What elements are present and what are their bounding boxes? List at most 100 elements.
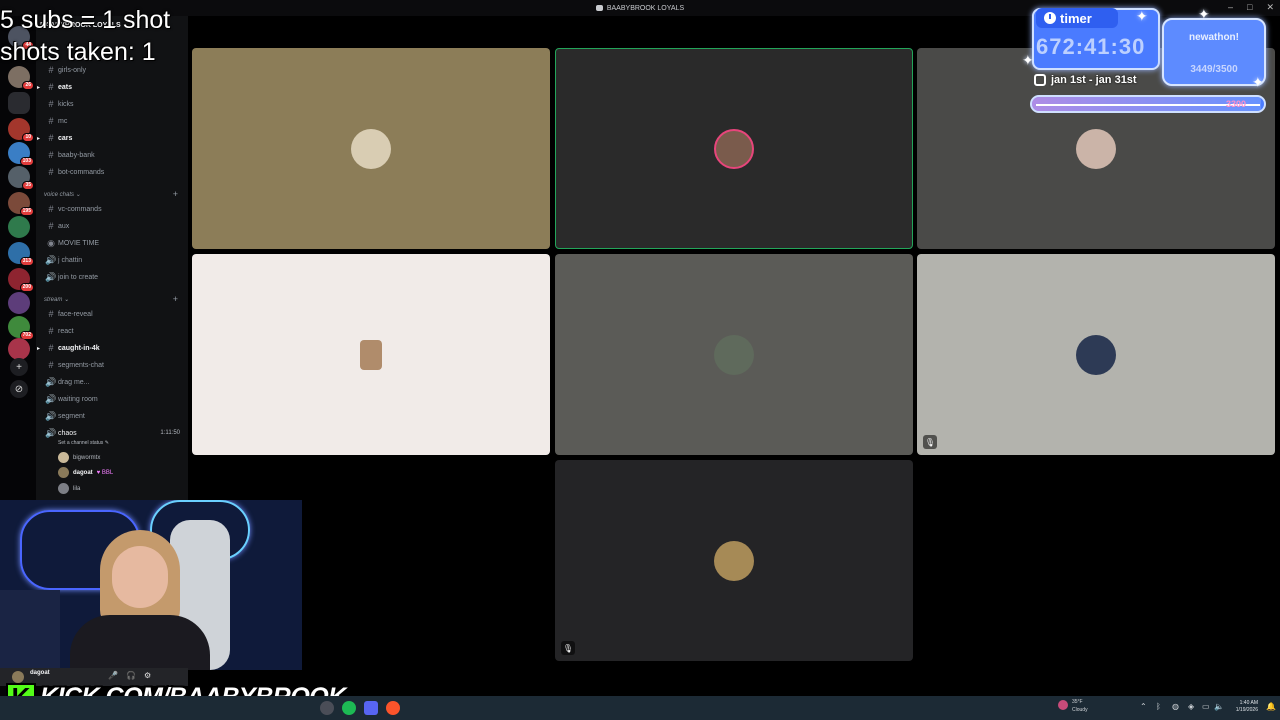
volume-icon[interactable]: 🔈 (1214, 702, 1224, 711)
subs-rule-overlay: 5 subs = 1 shot (0, 6, 171, 34)
video-tile[interactable] (192, 254, 550, 455)
bluetooth-icon[interactable]: ᛒ (1156, 702, 1161, 711)
headphones-icon[interactable]: 🎧 (126, 671, 136, 680)
window-controls: – □ ✕ (1228, 2, 1274, 13)
channel-baaby-bank[interactable]: # baaby-bank (44, 147, 184, 163)
system-clock[interactable]: 1:40 AM 1/19/2026 (1236, 700, 1258, 714)
server-icon[interactable] (8, 216, 30, 238)
channel-caught-in-4k[interactable]: ▸ # caught-in-4k (37, 340, 184, 356)
server-icon[interactable]: 702 (8, 316, 34, 340)
brave-browser-icon[interactable] (386, 701, 400, 715)
channel-label: eats (58, 83, 73, 91)
server-icon-active[interactable] (8, 92, 30, 114)
close-button[interactable]: ✕ (1266, 2, 1274, 13)
channel-vc-commands[interactable]: # vc-commands (44, 201, 184, 217)
voice-elapsed-time: 1:11:50 (160, 430, 180, 436)
explore-servers-button[interactable]: ⊘ (10, 380, 28, 398)
channel-join-to-create[interactable]: 🔊 join to create (44, 269, 184, 285)
server-icon[interactable] (8, 292, 30, 314)
channel-segment[interactable]: 🔊 segment (44, 408, 184, 424)
server-icon[interactable]: 26 (8, 66, 34, 90)
unread-badge: 313 (19, 257, 34, 266)
minimize-button[interactable]: – (1228, 2, 1233, 13)
streamer-webcam (0, 500, 302, 670)
sparkle-icon: ✦ (1136, 8, 1148, 24)
timer-label: timer (1060, 10, 1092, 26)
clock-icon (1044, 12, 1056, 24)
channel-drag-me[interactable]: 🔊 drag me... (44, 374, 184, 390)
display-icon[interactable]: ▭ (1202, 702, 1210, 711)
room-shadow (0, 590, 60, 670)
category-stream[interactable]: stream ⌄ + (44, 294, 184, 304)
video-tile[interactable]: 🎙 (917, 254, 1275, 455)
channel-react[interactable]: # react (44, 323, 184, 339)
video-tile[interactable]: 🎙 (555, 460, 913, 661)
voice-member[interactable]: bigwormtx (58, 452, 100, 463)
progress-goal: 3300 (1225, 99, 1246, 109)
add-channel-button[interactable]: + (173, 189, 178, 199)
tray-chevron-icon[interactable]: ⌃ (1140, 702, 1147, 711)
server-icon[interactable]: 313 (8, 242, 34, 266)
app-icon[interactable] (320, 701, 334, 715)
spotify-icon[interactable] (342, 701, 356, 715)
channel-movie-time[interactable]: ◉ MOVIE TIME (44, 235, 184, 251)
channel-sidebar: BAABYBROOK LOYALS # girls-only ▸ # eats # ki… (36, 16, 188, 500)
channel-status-prompt[interactable]: Set a channel status ✎ (58, 440, 109, 446)
server-icon[interactable]: 195 (8, 192, 34, 216)
discord-icon (595, 5, 603, 11)
streamer-shirt (70, 615, 210, 670)
discord-taskbar-icon[interactable] (364, 701, 378, 715)
participant-avatar (714, 128, 754, 169)
channel-chaos-active[interactable]: 🔊 chaos 1:11:50 (44, 425, 184, 441)
voice-member[interactable]: lila (58, 483, 80, 494)
server-icon[interactable]: 200 (8, 268, 34, 292)
video-tile-speaking[interactable] (555, 48, 913, 249)
sparkle-icon: ✦ (1252, 74, 1264, 90)
channel-cars[interactable]: ▸ # cars (37, 130, 184, 146)
channel-waiting-room[interactable]: 🔊 waiting room (44, 391, 184, 407)
hash-icon: # (48, 343, 54, 353)
channel-j-chattin[interactable]: 🔊 j chattin (44, 252, 184, 268)
channel-bot-commands[interactable]: # bot-commands (44, 164, 184, 180)
unread-badge: 26 (22, 81, 34, 90)
channel-label: mc (58, 117, 68, 125)
settings-gear-icon[interactable]: ⚙ (144, 671, 151, 680)
window-title-text: BAABYBROOK LOYALS (606, 4, 685, 12)
hash-icon: # (48, 150, 54, 160)
server-icon[interactable]: 35 (8, 166, 34, 190)
channel-kicks[interactable]: # kicks (44, 96, 184, 112)
channel-face-reveal[interactable]: # face-reveal (44, 306, 184, 322)
channel-segments-chat[interactable]: # segments-chat (44, 357, 184, 373)
server-icon[interactable] (8, 338, 30, 360)
add-channel-button[interactable]: + (173, 294, 178, 304)
channel-eats[interactable]: ▸ # eats (37, 79, 184, 95)
video-tile[interactable] (555, 254, 913, 455)
timer-value: 672:41:30 (1036, 34, 1146, 59)
microphone-icon[interactable]: 🎤 (108, 671, 118, 680)
server-icon[interactable]: 103 (8, 142, 34, 166)
category-voice-chats[interactable]: voice chats ⌄ + (44, 189, 184, 199)
video-tile[interactable] (192, 48, 550, 249)
tray-app-icon[interactable]: ◍ (1172, 702, 1179, 711)
unread-badge: 200 (19, 283, 34, 292)
maximize-button[interactable]: □ (1247, 2, 1252, 13)
member-name: bigwormtx (73, 454, 101, 461)
category-label: stream (44, 297, 63, 303)
notification-bell-icon[interactable]: 🔔 (1266, 702, 1276, 711)
muted-mic-icon: 🎙 (561, 641, 575, 655)
sparkle-icon: ✦ (1198, 6, 1210, 22)
channel-mc[interactable]: # mc (44, 113, 184, 129)
speaker-icon: 🔊 (45, 254, 57, 265)
member-name: lila (73, 485, 81, 492)
server-icon[interactable]: 10 (8, 118, 34, 142)
unread-badge: 35 (22, 181, 34, 190)
participant-avatar (1076, 334, 1116, 375)
participant-avatar (351, 128, 391, 169)
channel-label: segment (58, 412, 85, 420)
chevron-right-icon: ▸ (37, 84, 41, 91)
hash-icon: # (48, 221, 54, 231)
network-icon[interactable]: ◈ (1188, 702, 1194, 711)
channel-aux[interactable]: # aux (44, 218, 184, 234)
voice-member[interactable]: dagoat ♥ BBL (58, 467, 113, 478)
add-server-button[interactable]: + (10, 358, 28, 376)
